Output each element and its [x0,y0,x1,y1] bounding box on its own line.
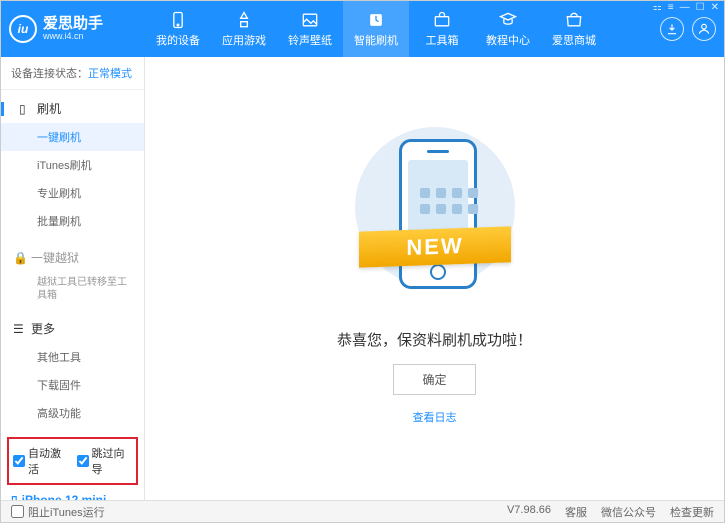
status-value: 正常模式 [88,68,132,80]
app-name: 爱思助手 [43,16,103,33]
section-title: 一键越狱 [31,249,79,266]
sidebar-item-pro-flash[interactable]: 专业刷机 [1,179,144,207]
wallpaper-icon [300,10,320,30]
nav-toolbox[interactable]: 工具箱 [409,1,475,57]
checkbox-input[interactable] [13,455,25,467]
checkbox-label: 阻止iTunes运行 [28,504,105,520]
toolbox-icon [432,10,452,30]
customer-service-link[interactable]: 客服 [565,504,587,520]
success-illustration: NEW [365,133,505,313]
sidebar-item-oneclick-flash[interactable]: 一键刷机 [1,123,144,151]
sidebar-item-batch-flash[interactable]: 批量刷机 [1,207,144,235]
sidebar-section-more[interactable]: ☰ 更多 [1,314,144,343]
connection-status: 设备连接状态：正常模式 [1,57,144,90]
nav-label: 教程中心 [486,32,530,48]
logo-area: iu 爱思助手 www.i4.cn [9,15,145,43]
sidebar: 设备连接状态：正常模式 ▯ 刷机 一键刷机 iTunes刷机 专业刷机 批量刷机… [1,57,145,500]
more-icon: ☰ [13,322,25,336]
checkbox-input[interactable] [77,455,89,467]
top-nav: 我的设备 应用游戏 铃声壁纸 智能刷机 工具箱 教程中心 爱思商城 [145,1,660,57]
flash-icon [366,10,386,30]
section-title: 更多 [31,320,55,337]
nav-my-device[interactable]: 我的设备 [145,1,211,57]
download-icon [665,22,679,36]
nav-label: 爱思商城 [552,32,596,48]
download-button[interactable] [660,17,684,41]
main-content: NEW 恭喜您，保资料刷机成功啦！ 确定 查看日志 [145,57,724,500]
nav-label: 铃声壁纸 [288,32,332,48]
user-icon [697,22,711,36]
nav-store[interactable]: 爱思商城 [541,1,607,57]
check-update-link[interactable]: 检查更新 [670,504,714,520]
device-icon [168,10,188,30]
checkbox-block-itunes[interactable]: 阻止iTunes运行 [11,504,105,520]
nav-label: 应用游戏 [222,32,266,48]
phone-icon: ▯ [11,493,18,500]
maximize-icon[interactable]: ☐ [696,2,705,13]
checkbox-label: 跳过向导 [92,445,133,477]
success-message: 恭喜您，保资料刷机成功啦！ [337,329,532,350]
sidebar-section-flash[interactable]: ▯ 刷机 [1,94,144,123]
nav-smart-flash[interactable]: 智能刷机 [343,1,409,57]
store-icon [564,10,584,30]
menu-icon[interactable]: ≡ [668,2,674,13]
app-url: www.i4.cn [43,32,103,42]
device-name: ▯ iPhone 12 mini [11,493,134,500]
checkbox-label: 自动激活 [28,445,69,477]
sidebar-item-download-firmware[interactable]: 下载固件 [1,371,144,399]
sidebar-item-advanced[interactable]: 高级功能 [1,399,144,427]
section-title: 刷机 [37,100,61,117]
tutorial-icon [498,10,518,30]
status-bar: 阻止iTunes运行 V7.98.66 客服 微信公众号 检查更新 [1,500,724,522]
minimize-icon[interactable]: — [680,2,690,13]
nav-tutorials[interactable]: 教程中心 [475,1,541,57]
close-icon[interactable]: ✕ [711,2,719,13]
sidebar-section-jailbreak[interactable]: 🔒 一键越狱 [1,243,144,272]
app-header: iu 爱思助手 www.i4.cn 我的设备 应用游戏 铃声壁纸 智能刷机 工具… [1,1,724,57]
options-highlight-box: 自动激活 跳过向导 [7,437,138,485]
status-label: 设备连接状态： [11,68,88,80]
pin-icon[interactable]: ⚏ [653,2,662,13]
user-button[interactable] [692,17,716,41]
logo-icon: iu [9,15,37,43]
nav-ringtone-wallpaper[interactable]: 铃声壁纸 [277,1,343,57]
ok-button[interactable]: 确定 [393,364,475,395]
checkbox-auto-activate[interactable]: 自动激活 [13,445,69,477]
view-log-link[interactable]: 查看日志 [413,409,457,425]
nav-label: 工具箱 [426,32,459,48]
lock-icon: 🔒 [13,251,25,265]
new-ribbon: NEW [359,226,511,267]
sidebar-item-itunes-flash[interactable]: iTunes刷机 [1,151,144,179]
version-label: V7.98.66 [507,504,551,520]
nav-label: 智能刷机 [354,32,398,48]
device-info[interactable]: ▯ iPhone 12 mini 64GB Down-12mini-13,1 [1,487,144,500]
apps-icon [234,10,254,30]
jailbreak-note: 越狱工具已转移至工具箱 [1,272,144,306]
sidebar-item-other-tools[interactable]: 其他工具 [1,343,144,371]
wechat-link[interactable]: 微信公众号 [601,504,656,520]
checkbox-skip-guide[interactable]: 跳过向导 [77,445,133,477]
checkbox-input[interactable] [11,505,24,518]
phone-icon: ▯ [19,102,31,116]
window-controls: ⚏ ≡ — ☐ ✕ [653,2,719,13]
nav-label: 我的设备 [156,32,200,48]
nav-apps-games[interactable]: 应用游戏 [211,1,277,57]
